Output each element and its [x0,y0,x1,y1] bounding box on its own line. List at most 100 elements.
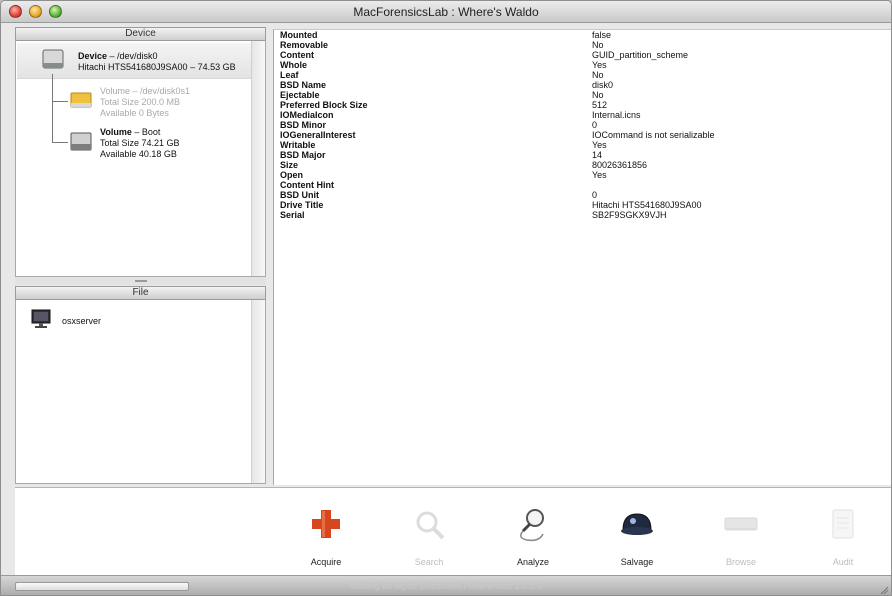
document-icon [832,509,854,539]
table-row: Open Yes [280,170,880,180]
detail-value: 0 [592,190,598,200]
detail-key: Preferred Block Size [280,100,368,110]
volume1-size: Total Size 200.0 MB [100,97,181,107]
file-pane-header[interactable]: File [15,286,266,300]
detail-value: SB2F9SGKX9VJH [592,210,667,220]
detail-key: Writable [280,140,316,150]
file-scrollbar[interactable] [251,300,265,483]
device-model: Hitachi HTS541680J9SA00 – 74.53 GB [78,62,236,72]
magnifier-icon [416,511,445,540]
detail-key: Content Hint [280,180,334,190]
detail-key: Leaf [280,70,299,80]
detail-value: GUID_partition_scheme [592,50,689,60]
table-row: Leaf No [280,70,880,80]
detail-key: Content [280,50,314,60]
detail-value: IOCommand is not serializable [592,130,715,140]
status-text: Waiting for input, Document Preferences … [350,581,542,591]
table-row: IOGeneralInterest IOCommand is not serial… [280,130,880,140]
table-row: Drive Title Hitachi HTS541680J9SA00 [280,200,880,210]
device-path: – /dev/disk0 [107,51,158,61]
search-button[interactable]: Search [399,504,459,567]
table-row: BSD Unit 0 [280,190,880,200]
detail-table: Mounted false Removable No Content GUID_par… [273,29,891,485]
resize-grip-icon[interactable] [879,585,889,595]
drive-icon [724,517,758,531]
detail-value: disk0 [592,80,614,90]
browse-button[interactable]: Browse [711,504,771,567]
main-window: MacForensicsLab : Where's Waldo Device D… [0,0,892,596]
volume-drive-icon [70,132,92,151]
volume1-available: Available 0 Bytes [100,108,169,118]
tree-connector [52,101,68,143]
magnifier-cable-icon [520,509,544,542]
table-row: Content GUID_partition_scheme [280,50,880,60]
device-pane: Device – /dev/disk0 Hitachi HTS541680J9S… [15,41,266,277]
detail-value: No [592,90,604,100]
salvage-button[interactable]: Salvage [607,504,667,567]
device-scrollbar[interactable] [251,41,265,276]
volume2-available: Available 40.18 GB [100,149,177,159]
table-row: Serial SB2F9SGKX9VJH [280,210,880,220]
table-row: Preferred Block Size 512 [280,100,880,110]
volume2-name: Volume [100,127,132,137]
tool-bar: Acquire Search Analyze Salvage Browse Au… [15,487,891,575]
table-row: IOMediaIcon Internal.icns [280,110,880,120]
volume-drive-icon [70,92,92,108]
helmet-icon [621,513,653,535]
detail-key: BSD Minor [280,120,326,130]
detail-key: Ejectable [280,90,320,100]
detail-key: Drive Title [280,200,324,210]
analyze-button[interactable]: Analyze [503,504,563,567]
table-row: Content Hint [280,180,880,190]
browse-label: Browse [725,557,756,567]
analyze-label: Analyze [516,557,550,567]
volume2-size: Total Size 74.21 GB [100,138,180,148]
detail-value: 80026361856 [592,160,648,170]
detail-value: Internal.icns [592,110,641,120]
window-title: MacForensicsLab : Where's Waldo [353,5,539,19]
detail-value: Hitachi HTS541680J9SA00 [592,200,702,210]
table-row: BSD Name disk0 [280,80,880,90]
volume2-label: – Boot [131,127,161,137]
device-pane-header[interactable]: Device [15,27,266,41]
search-label: Search [414,557,444,567]
file-item-label: osxserver [62,316,102,326]
detail-key: Serial [280,210,305,220]
computer-icon [31,309,51,328]
table-row: Mounted false [280,30,880,40]
volume1-path: Volume – /dev/disk0s1 [100,86,191,96]
hard-drive-icon [42,49,64,69]
table-row: Whole Yes [280,60,880,70]
detail-value: Yes [592,170,607,180]
detail-value: Yes [592,140,607,150]
detail-value: false [592,30,612,40]
salvage-label: Salvage [620,557,654,567]
table-row: Removable No [280,40,880,50]
audit-button[interactable]: Audit [813,504,873,567]
file-pane: osxserver [15,300,266,484]
detail-key: Removable [280,40,329,50]
detail-key: Open [280,170,304,180]
table-row: Ejectable No [280,90,880,100]
status-bar: Waiting for input, Document Preferences … [1,575,891,595]
tree-connector [52,74,68,102]
acquire-button[interactable]: Acquire [296,504,356,567]
detail-value: 14 [592,150,603,160]
detail-value: 0 [592,120,598,130]
detail-value: Yes [592,60,607,70]
detail-key: BSD Name [280,80,327,90]
detail-key: IOMediaIcon [280,110,334,120]
pane-splitter[interactable] [15,277,266,285]
detail-key: IOGeneralInterest [280,130,356,140]
detail-value: No [592,40,604,50]
table-row: Size 80026361856 [280,160,880,170]
table-row: BSD Minor 0 [280,120,880,130]
detail-value: 512 [592,100,608,110]
table-row: Writable Yes [280,140,880,150]
title-bar[interactable]: MacForensicsLab : Where's Waldo [1,1,891,23]
device-name: Device [78,51,108,61]
medical-cross-icon [312,510,340,538]
detail-key: Mounted [280,30,318,40]
detail-key: BSD Unit [280,190,319,200]
detail-value: No [592,70,604,80]
